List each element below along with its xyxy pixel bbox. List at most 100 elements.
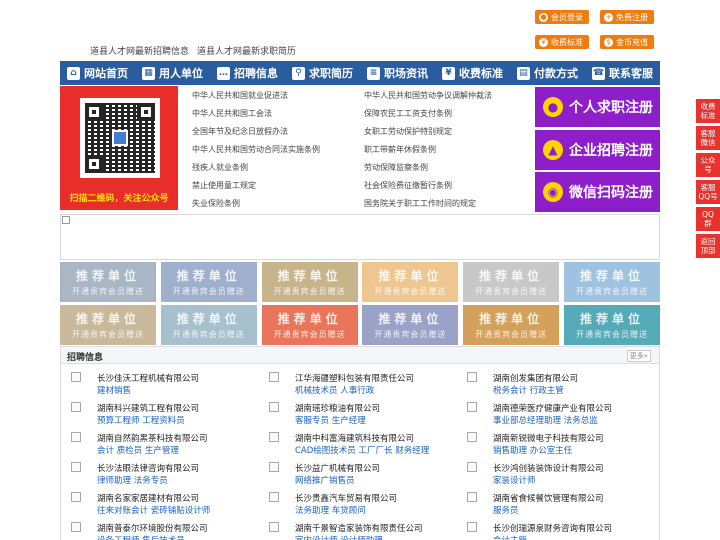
company-logo[interactable] <box>269 492 279 502</box>
company-name[interactable]: 江华海疆塑料包装有限责任公司 <box>295 372 414 384</box>
law-link[interactable]: 劳动保障监察条例 <box>364 162 428 173</box>
side-qq-group[interactable]: QQ 群 <box>696 207 720 231</box>
company-name[interactable]: 长沙鸿创装装饰设计有限公司 <box>493 462 604 474</box>
nav-news[interactable]: ≡ 职场资讯 <box>360 61 435 85</box>
job-positions[interactable]: 预算工程师 工程资料员 <box>97 414 185 426</box>
law-link[interactable]: 社会保险费征缴暂行条例 <box>364 180 452 191</box>
job-positions[interactable]: 服务员 <box>493 504 519 516</box>
nav-employers[interactable]: ▦ 用人单位 <box>135 61 210 85</box>
member-login-button[interactable]: ● 会员登录 <box>535 10 589 24</box>
job-positions[interactable]: 事业部总经理助理 法务总监 <box>493 414 598 426</box>
company-logo[interactable] <box>71 402 81 412</box>
recommended-employer-tile[interactable]: 推荐单位 开通贵宾会员赠送 <box>362 305 459 345</box>
company-name[interactable]: 湖南新锐微电子科技有限公司 <box>493 432 604 444</box>
company-name[interactable]: 湖南中科富海建筑科技有限公司 <box>295 432 414 444</box>
company-logo[interactable] <box>71 462 81 472</box>
company-logo[interactable] <box>71 372 81 382</box>
company-logo[interactable] <box>71 492 81 502</box>
register-free-button[interactable]: + 免费注册 <box>600 10 654 24</box>
law-link[interactable]: 女职工劳动保护特别规定 <box>364 126 452 137</box>
nav-home[interactable]: ⌂ 网站首页 <box>60 61 135 85</box>
recommended-employer-tile[interactable]: 推荐单位 开通贵宾会员赠送 <box>60 262 156 302</box>
company-name[interactable]: 湖南省食候餐饮管理有限公司 <box>493 492 604 504</box>
recommended-employer-tile[interactable]: 推荐单位 开通贵宾会员赠送 <box>160 305 257 345</box>
nav-resumes[interactable]: ⚲ 求职简历 <box>285 61 360 85</box>
job-positions[interactable]: 会计主管 <box>493 534 527 540</box>
company-logo[interactable] <box>269 462 279 472</box>
company-name[interactable]: 长沙创瑞源泉财务咨询有限公司 <box>493 522 612 534</box>
job-positions[interactable]: 会计 质检员 生产管理 <box>97 444 179 456</box>
job-positions[interactable]: 室内设计师 设计师助理 <box>295 534 383 540</box>
company-name[interactable]: 湖南科兴建筑工程有限公司 <box>97 402 199 414</box>
job-positions[interactable]: 机械技术员 人事行政 <box>295 384 374 396</box>
recommended-employer-tile[interactable]: 推荐单位 开通贵宾会员赠送 <box>60 305 156 345</box>
law-link[interactable]: 中华人民共和国劳动合同法实施条例 <box>192 144 320 155</box>
company-logo[interactable] <box>71 432 81 442</box>
recommended-employer-tile[interactable]: 推荐单位 开通贵宾会员赠送 <box>362 262 459 302</box>
recommended-employer-tile[interactable]: 推荐单位 开通贵宾会员赠送 <box>261 262 358 302</box>
company-logo[interactable] <box>467 372 477 382</box>
company-name[interactable]: 湖南自然韵黑茶科技有限公司 <box>97 432 208 444</box>
side-service-wechat[interactable]: 客服 微信 <box>696 126 720 150</box>
company-logo[interactable] <box>269 402 279 412</box>
company-logo[interactable] <box>71 522 81 532</box>
job-positions[interactable]: 税务会计 行政主管 <box>493 384 564 396</box>
company-logo[interactable] <box>269 522 279 532</box>
company-name[interactable]: 湖南千景智造家装饰有限责任公司 <box>295 522 423 534</box>
side-service-qq[interactable]: 客服 QQ号 <box>696 180 720 204</box>
job-positions[interactable]: 往来对账会计 瓷砖铺贴设计师 <box>97 504 210 516</box>
law-link[interactable]: 职工带薪年休假条例 <box>364 144 436 155</box>
nav-payment[interactable]: ▤ 付款方式 <box>510 61 585 85</box>
job-positions[interactable]: 网络推广销售员 <box>295 474 355 486</box>
recommended-employer-tile[interactable]: 推荐单位 开通贵宾会员赠送 <box>160 262 257 302</box>
latest-resumes-link[interactable]: 道县人才网最新求职简历 <box>197 44 296 57</box>
company-name[interactable]: 湖南瑶珍粮油有限公司 <box>295 402 380 414</box>
company-name[interactable]: 湖南德荣医疗健康产业有限公司 <box>493 402 612 414</box>
job-positions[interactable]: CAD绘图技术员 工厂厂长 财务经理 <box>295 444 429 456</box>
company-logo[interactable] <box>467 492 477 502</box>
company-logo[interactable] <box>269 432 279 442</box>
law-link[interactable]: 保障农民工工资支付条例 <box>364 108 452 119</box>
company-logo[interactable] <box>269 372 279 382</box>
recommended-employer-tile[interactable]: 推荐单位 开通贵宾会员赠送 <box>261 305 358 345</box>
gold-recharge-button[interactable]: $ 金币充值 <box>600 35 654 49</box>
banner-ad[interactable] <box>60 214 660 260</box>
side-fee-standard[interactable]: 收费 标准 <box>696 99 720 123</box>
job-positions[interactable]: 家装设计师 <box>493 474 536 486</box>
fee-standard-button[interactable]: ¥ 收费标准 <box>535 35 589 49</box>
law-link[interactable]: 中华人民共和国劳动争议调解仲裁法 <box>364 90 492 101</box>
recommended-employer-tile[interactable]: 推荐单位 开通贵宾会员赠送 <box>564 305 660 345</box>
company-name[interactable]: 长沙益广机械有限公司 <box>295 462 380 474</box>
nav-support[interactable]: ☎ 联系客服 <box>585 61 660 85</box>
law-link[interactable]: 失业保险条例 <box>192 198 240 209</box>
company-name[interactable]: 长沙佳沃工程机械有限公司 <box>97 372 199 384</box>
law-link[interactable]: 禁止使用童工规定 <box>192 180 256 191</box>
more-link[interactable]: 更多» <box>626 350 651 362</box>
law-link[interactable]: 中华人民共和国就业促进法 <box>192 90 288 101</box>
company-name[interactable]: 湖南创发集团有限公司 <box>493 372 578 384</box>
law-link[interactable]: 国务院关于职工工作时间的规定 <box>364 198 476 209</box>
latest-jobs-link[interactable]: 道县人才网最新招聘信息 <box>90 44 189 57</box>
company-name[interactable]: 湖南名家家居建材有限公司 <box>97 492 199 504</box>
company-name[interactable]: 长沙贵鑫汽车贸易有限公司 <box>295 492 397 504</box>
recommended-employer-tile[interactable]: 推荐单位 开通贵宾会员赠送 <box>463 262 560 302</box>
recommended-employer-tile[interactable]: 推荐单位 开通贵宾会员赠送 <box>564 262 660 302</box>
job-positions[interactable]: 销售助理 办公室主任 <box>493 444 572 456</box>
company-name[interactable]: 长沙法眼法律咨询有限公司 <box>97 462 199 474</box>
job-positions[interactable]: 法务助理 车贷顾问 <box>295 504 366 516</box>
employer-register-button[interactable]: ▲ 企业招聘注册 <box>535 130 660 170</box>
job-positions[interactable]: 律师助理 法务专员 <box>97 474 168 486</box>
wechat-register-button[interactable]: ◉ 微信扫码注册 <box>535 172 660 212</box>
company-logo[interactable] <box>467 522 477 532</box>
job-seeker-register-button[interactable]: ● 个人求职注册 <box>535 87 660 127</box>
nav-jobs[interactable]: … 招聘信息 <box>210 61 285 85</box>
job-positions[interactable]: 建材销售 <box>97 384 131 396</box>
side-official-account[interactable]: 公众 号 <box>696 153 720 177</box>
company-logo[interactable] <box>467 432 477 442</box>
nav-fees[interactable]: ¥ 收费标准 <box>435 61 510 85</box>
company-name[interactable]: 湖南普泰尔环境股份有限公司 <box>97 522 208 534</box>
law-link[interactable]: 残疾人就业条例 <box>192 162 248 173</box>
company-logo[interactable] <box>467 462 477 472</box>
law-link[interactable]: 全国年节及纪念日放假办法 <box>192 126 288 137</box>
job-positions[interactable]: 客服专员 生产经理 <box>295 414 366 426</box>
